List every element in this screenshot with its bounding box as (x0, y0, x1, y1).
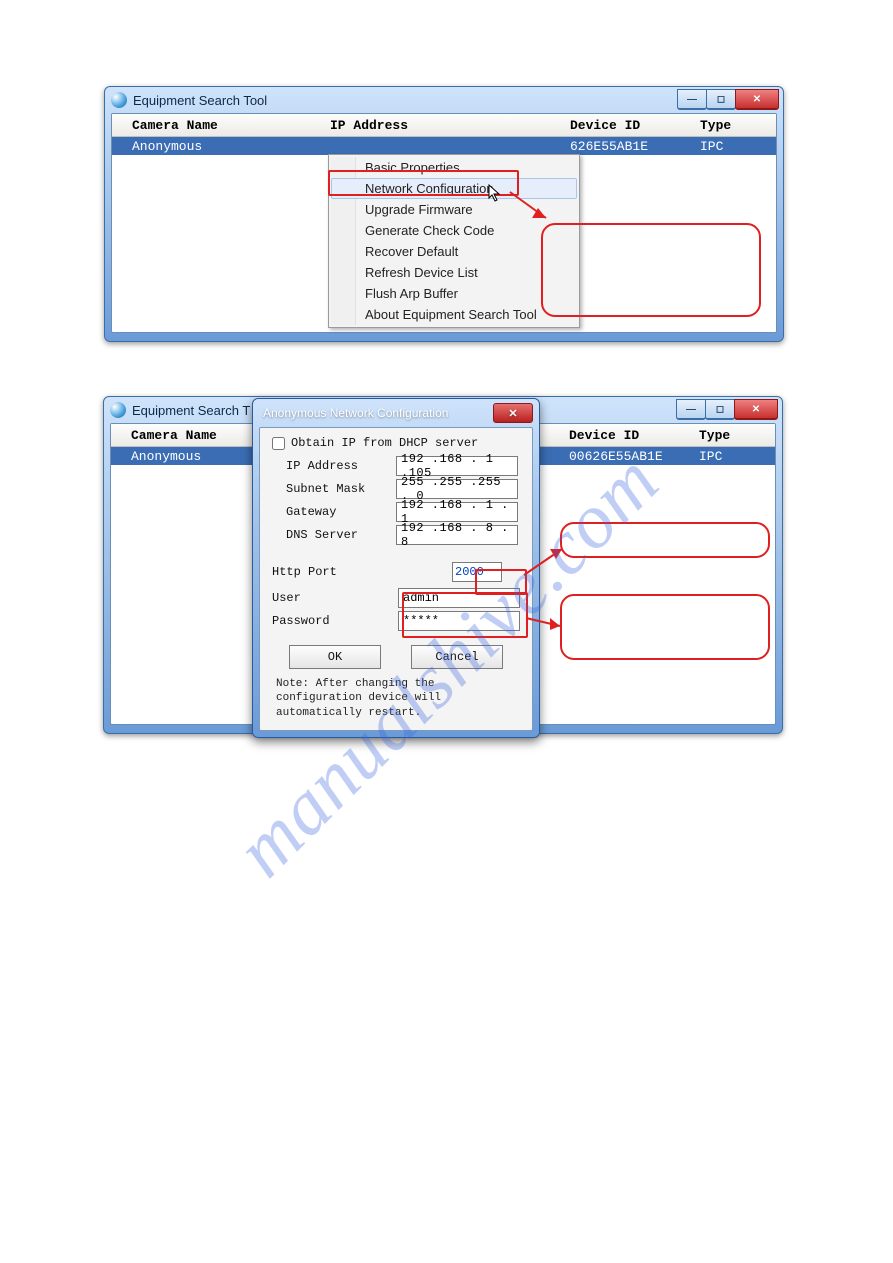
cell-device-id: 626E55AB1E (562, 139, 692, 154)
user-label: User (272, 591, 398, 605)
col-device-id: Device ID (561, 428, 691, 443)
minimize-button[interactable]: — (676, 399, 706, 420)
cell-type: IPC (691, 449, 771, 464)
app-icon (110, 402, 126, 418)
menu-item-recover-default[interactable]: Recover Default (331, 241, 577, 262)
close-button[interactable]: ✕ (735, 89, 779, 110)
dialog-title: Anonymous Network Configuration (259, 406, 448, 420)
password-label: Password (272, 614, 398, 628)
ip-address-field[interactable]: 192 .168 . 1 .105 (396, 456, 518, 476)
col-type: Type (691, 428, 771, 443)
maximize-button[interactable]: ◻ (706, 89, 736, 110)
col-type: Type (692, 118, 772, 133)
password-field[interactable]: ***** (398, 611, 520, 631)
maximize-button[interactable]: ◻ (705, 399, 735, 420)
close-button[interactable]: ✕ (734, 399, 778, 420)
menu-item-about[interactable]: About Equipment Search Tool (331, 304, 577, 325)
menu-item-flush-arp-buffer[interactable]: Flush Arp Buffer (331, 283, 577, 304)
subnet-mask-field[interactable]: 255 .255 .255 . 0 (396, 479, 518, 499)
col-ip-address: IP Address (322, 118, 562, 133)
menu-item-basic-properties[interactable]: Basic Properties (331, 157, 577, 178)
dns-server-field[interactable]: 192 .168 . 8 . 8 (396, 525, 518, 545)
dialog-titlebar: Anonymous Network Configuration ✕ (253, 399, 539, 427)
ok-button[interactable]: OK (289, 645, 381, 669)
col-camera-name: Camera Name (112, 118, 322, 133)
menu-item-generate-check-code[interactable]: Generate Check Code (331, 220, 577, 241)
dns-server-label: DNS Server (286, 528, 396, 542)
http-port-label: Http Port (272, 565, 382, 579)
col-device-id: Device ID (562, 118, 692, 133)
equipment-search-window-1: Equipment Search Tool — ◻ ✕ Camera Name … (104, 86, 784, 342)
window-title-partial: Equipment Search T (132, 403, 250, 418)
gateway-label: Gateway (286, 505, 396, 519)
menu-item-network-configuration[interactable]: Network Configuration (331, 178, 577, 199)
window-title: Equipment Search Tool (133, 93, 267, 108)
dialog-note: Note: After changing the configuration d… (272, 677, 520, 720)
cell-camera-name: Anonymous (112, 139, 322, 154)
cell-type: IPC (692, 139, 772, 154)
menu-item-upgrade-firmware[interactable]: Upgrade Firmware (331, 199, 577, 220)
http-port-field[interactable]: 2000 (452, 562, 502, 582)
grid-header: Camera Name IP Address Device ID Type (112, 114, 776, 137)
app-icon (111, 92, 127, 108)
context-menu: Basic Properties Network Configuration U… (328, 154, 580, 328)
gateway-field[interactable]: 192 .168 . 1 . 1 (396, 502, 518, 522)
ip-address-label: IP Address (286, 459, 396, 473)
subnet-mask-label: Subnet Mask (286, 482, 396, 496)
table-row[interactable]: Anonymous 626E55AB1E IPC (112, 137, 776, 155)
user-field[interactable]: admin (398, 588, 520, 608)
cell-device-id: 00626E55AB1E (561, 449, 691, 464)
cancel-button[interactable]: Cancel (411, 645, 503, 669)
menu-item-refresh-device-list[interactable]: Refresh Device List (331, 262, 577, 283)
network-config-dialog: Anonymous Network Configuration ✕ Obtain… (252, 398, 540, 738)
dhcp-label: Obtain IP from DHCP server (291, 436, 478, 450)
titlebar-1: Equipment Search Tool — ◻ ✕ (105, 87, 783, 113)
dhcp-checkbox[interactable] (272, 437, 285, 450)
dialog-close-button[interactable]: ✕ (493, 403, 533, 423)
minimize-button[interactable]: — (677, 89, 707, 110)
